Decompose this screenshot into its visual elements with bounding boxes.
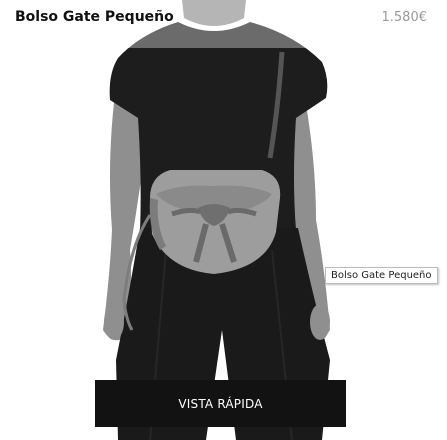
product-header: Bolso Gate Pequeño 1.580€ [0, 0, 447, 34]
product-tooltip: Bolso Gate Pequeño [325, 267, 438, 284]
product-image[interactable] [0, 0, 447, 440]
product-card[interactable]: Bolso Gate Pequeño 1.580€ Bolso Gate Peq… [0, 0, 447, 440]
quick-view-button[interactable]: VISTA RÁPIDA [95, 380, 346, 427]
product-price: 1.580€ [381, 9, 428, 25]
product-name[interactable]: Bolso Gate Pequeño [15, 9, 174, 25]
